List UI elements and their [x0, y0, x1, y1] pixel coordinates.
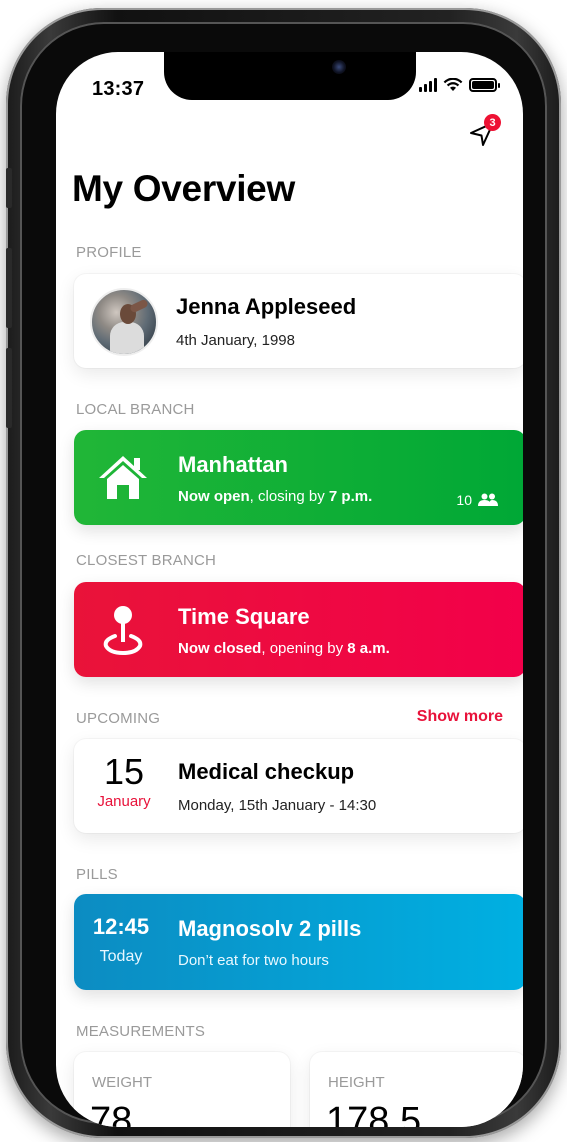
event-date: 15 January [90, 751, 158, 811]
height-value: 178.5 [326, 1100, 422, 1127]
visitor-count: 10 [456, 492, 498, 508]
profile-birthdate: 4th January, 1998 [176, 332, 295, 349]
notch [164, 52, 416, 100]
event-day: 15 [103, 751, 145, 792]
pill-reminder-card[interactable]: 12:45 Today Magnosolv 2 pills Don’t eat … [74, 894, 523, 990]
avatar [90, 288, 158, 356]
notification-badge: 3 [484, 114, 501, 131]
event-month: January [97, 793, 151, 810]
local-branch-name: Manhattan [178, 452, 288, 477]
section-label-local-branch: LOCAL BRANCH [76, 401, 195, 418]
status-indicators [419, 78, 500, 92]
section-label-upcoming: UPCOMING [76, 710, 161, 727]
mute-switch [6, 168, 12, 208]
pill-day: Today [99, 948, 143, 965]
map-pin-icon [103, 606, 143, 656]
volume-down-button [6, 348, 12, 428]
visitor-count-value: 10 [456, 492, 472, 508]
local-branch-card[interactable]: Manhattan Now open, closing by 7 p.m. 10 [74, 430, 523, 525]
event-title: Medical checkup [178, 759, 355, 784]
pill-title: Magnosolv 2 pills [178, 916, 362, 941]
section-label-measurements: MEASUREMENTS [76, 1023, 206, 1040]
wifi-icon [443, 78, 463, 91]
pill-note: Don’t eat for two hours [178, 952, 329, 969]
signal-icon [419, 78, 437, 92]
app-screen: 13:37 3 My Overview PROFILE Jenna Apples… [56, 52, 523, 1127]
notifications-button[interactable]: 3 [467, 114, 501, 148]
volume-up-button [6, 248, 12, 328]
pill-time: 12:45 [92, 914, 150, 939]
people-icon [478, 493, 498, 506]
local-branch-status-bold: Now open [178, 488, 250, 505]
section-label-pills: PILLS [76, 866, 118, 883]
weight-value: 78 [90, 1100, 133, 1127]
status-time: 13:37 [92, 78, 145, 100]
upcoming-event-card[interactable]: 15 January Medical checkup Monday, 15th … [74, 739, 523, 833]
profile-name: Jenna Appleseed [176, 294, 357, 319]
closest-branch-status: Now closed, opening by 8 a.m. [178, 640, 390, 657]
pill-schedule: 12:45 Today [86, 914, 156, 966]
height-label: HEIGHT [328, 1074, 385, 1091]
closest-branch-status-text: , opening by [261, 640, 348, 657]
local-branch-status-text: , closing by [249, 488, 329, 505]
section-label-closest-branch: CLOSEST BRANCH [76, 552, 217, 569]
event-detail: Monday, 15th January - 14:30 [178, 797, 377, 814]
profile-card[interactable]: Jenna Appleseed 4th January, 1998 [74, 274, 523, 368]
section-label-profile: PROFILE [76, 244, 142, 261]
weight-card[interactable]: WEIGHT 78 [74, 1052, 290, 1127]
closest-branch-name: Time Square [178, 604, 310, 629]
weight-label: WEIGHT [92, 1074, 152, 1091]
show-more-link[interactable]: Show more [417, 708, 503, 726]
closest-branch-card[interactable]: Time Square Now closed, opening by 8 a.m… [74, 582, 523, 677]
closest-branch-opening-time: 8 a.m. [347, 640, 390, 657]
closest-branch-status-bold: Now closed [178, 640, 262, 657]
phone-frame: 13:37 3 My Overview PROFILE Jenna Apples… [6, 8, 561, 1138]
height-card[interactable]: HEIGHT 178.5 [310, 1052, 523, 1127]
battery-icon [469, 78, 500, 92]
page-title: My Overview [72, 168, 295, 209]
house-icon [99, 456, 147, 499]
local-branch-closing-time: 7 p.m. [328, 488, 373, 505]
front-camera [332, 60, 346, 74]
local-branch-status: Now open, closing by 7 p.m. [178, 488, 372, 505]
